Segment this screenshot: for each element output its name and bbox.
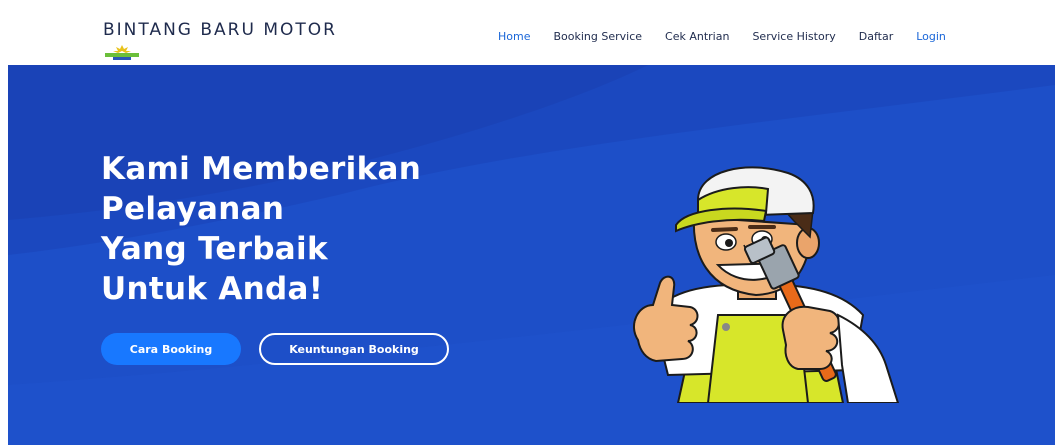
brand-name[interactable]: BINTANG BARU MOTOR (103, 20, 337, 40)
cara-booking-button[interactable]: Cara Booking (101, 333, 241, 365)
nav-daftar[interactable]: Daftar (859, 30, 893, 43)
nav-login[interactable]: Login (916, 30, 946, 43)
hero-section: Kami Memberikan Pelayanan Yang Terbaik U… (8, 65, 1055, 445)
keuntungan-booking-button[interactable]: Keuntungan Booking (259, 333, 449, 365)
brand-logo-icon[interactable] (103, 45, 141, 61)
hero-headline: Kami Memberikan Pelayanan Yang Terbaik U… (101, 149, 421, 309)
headline-line-2: Pelayanan (101, 191, 285, 227)
nav-cek-antrian[interactable]: Cek Antrian (665, 30, 729, 43)
main-nav: Home Booking Service Cek Antrian Service… (498, 30, 946, 43)
nav-service-history[interactable]: Service History (752, 30, 835, 43)
nav-booking-service[interactable]: Booking Service (553, 30, 642, 43)
headline-line-4: Untuk Anda! (101, 271, 324, 307)
headline-line-3: Yang Terbaik (101, 231, 328, 267)
mechanic-illustration (633, 166, 900, 403)
headline-line-1: Kami Memberikan (101, 151, 422, 187)
nav-home[interactable]: Home (498, 30, 530, 43)
site-header: BINTANG BARU MOTOR Home Booking Service … (0, 0, 1055, 65)
